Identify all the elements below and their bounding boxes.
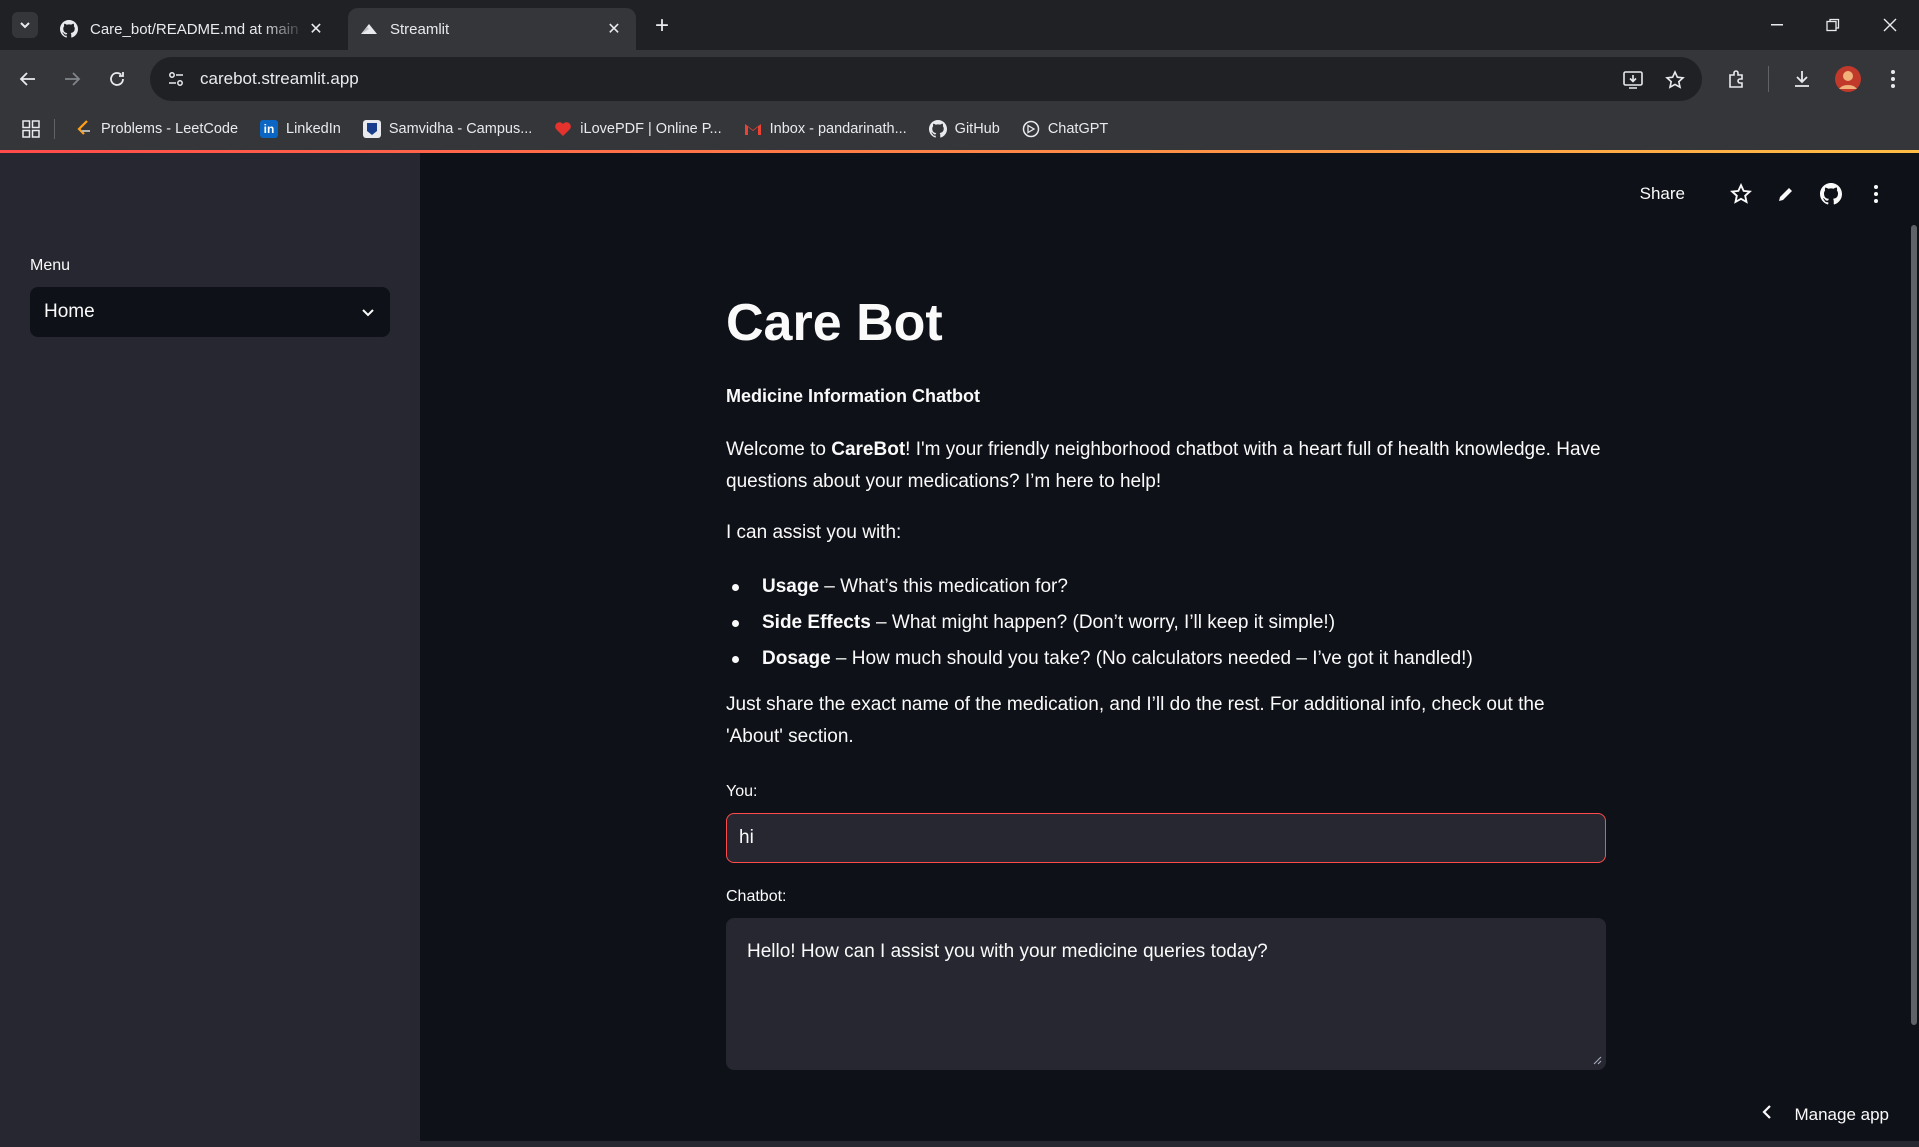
page-subtitle: Medicine Information Chatbot — [726, 386, 980, 406]
bookmark-samvidha[interactable]: Samvidha - Campus... — [362, 120, 533, 138]
chevron-down-icon — [362, 309, 374, 317]
bookmark-gmail[interactable]: Inbox - pandarinath... — [744, 120, 907, 138]
menu-select[interactable]: Home — [30, 287, 390, 337]
bookmark-star-icon[interactable] — [1660, 65, 1690, 95]
list-item: Dosage – How much should you take? (No c… — [726, 641, 1606, 677]
sidebar: Menu Home — [0, 153, 420, 1141]
close-tab-icon[interactable]: ✕ — [306, 19, 326, 39]
welcome-paragraph: Welcome to CareBot! I'm your friendly ne… — [726, 434, 1606, 498]
assist-intro: I can assist you with: — [726, 522, 902, 543]
reload-icon[interactable] — [102, 64, 132, 94]
bookmarks-divider — [54, 119, 55, 139]
share-button[interactable]: Share — [1640, 184, 1685, 204]
new-tab-button[interactable]: + — [648, 12, 676, 40]
closing-paragraph: Just share the exact name of the medicat… — [726, 694, 1545, 747]
downloads-icon[interactable] — [1787, 64, 1817, 94]
you-label: You: — [726, 783, 758, 800]
bookmarks-bar: Problems - LeetCode in LinkedIn Samvidha… — [0, 108, 1919, 150]
linkedin-icon: in — [260, 120, 279, 138]
feature-name: Dosage — [762, 648, 831, 669]
browser-tab-bar: Care_bot/README.md at main · ✕ Streamlit… — [0, 0, 1919, 50]
browser-toolbar: carebot.streamlit.app — [0, 50, 1919, 108]
address-bar[interactable]: carebot.streamlit.app — [150, 57, 1702, 101]
welcome-bold: CareBot — [831, 439, 906, 460]
bottom-strip — [0, 1141, 1919, 1147]
minimize-icon[interactable] — [1757, 8, 1797, 42]
menu-label: Menu — [30, 257, 71, 274]
features-list: Usage – What’s this medication for? Side… — [726, 569, 1606, 677]
streamlit-icon — [360, 20, 378, 38]
manage-app-button[interactable]: Manage app — [1762, 1103, 1889, 1126]
bookmark-label: LinkedIn — [286, 121, 341, 137]
feature-desc: – How much should you take? (No calculat… — [830, 648, 1473, 669]
manage-app-label: Manage app — [1794, 1104, 1889, 1124]
back-icon[interactable] — [13, 64, 43, 94]
bookmark-github[interactable]: GitHub — [928, 120, 1000, 138]
main-content: Share Care Bot Medicine Information Chat… — [420, 153, 1919, 1141]
feature-name: Usage — [762, 576, 820, 597]
list-item: Side Effects – What might happen? (Don’t… — [726, 605, 1606, 641]
bookmark-label: iLovePDF | Online P... — [580, 121, 722, 137]
url-text: carebot.streamlit.app — [200, 69, 359, 88]
feature-desc: – What’s this medication for? — [819, 576, 1068, 597]
bookmark-label: Samvidha - Campus... — [388, 121, 533, 137]
close-tab-icon[interactable]: ✕ — [604, 19, 624, 39]
chevron-left-icon — [1762, 1103, 1772, 1126]
github-icon[interactable] — [1818, 181, 1844, 207]
bookmark-linkedin[interactable]: in LinkedIn — [260, 120, 341, 138]
github-icon — [60, 20, 78, 38]
bookmark-label: ChatGPT — [1047, 121, 1109, 137]
browser-menu-icon[interactable] — [1878, 64, 1908, 94]
site-info-icon[interactable] — [156, 59, 196, 99]
welcome-prefix: Welcome to — [726, 439, 832, 460]
apps-icon[interactable] — [22, 120, 40, 138]
restore-icon[interactable] — [1813, 8, 1853, 42]
profile-avatar[interactable] — [1833, 64, 1863, 94]
list-item: Usage – What’s this medication for? — [726, 569, 1606, 605]
bookmark-label: Problems - LeetCode — [101, 121, 239, 137]
tab-streamlit[interactable]: Streamlit ✕ — [348, 8, 636, 50]
chatbot-label: Chatbot: — [726, 888, 787, 905]
toolbar-divider — [1768, 66, 1769, 92]
bookmark-label: Inbox - pandarinath... — [769, 121, 907, 137]
star-icon[interactable] — [1728, 181, 1754, 207]
extensions-icon[interactable] — [1722, 64, 1752, 94]
gmail-icon — [744, 120, 762, 138]
tab-github-readme[interactable]: Care_bot/README.md at main · ✕ — [48, 8, 338, 50]
bookmark-ilovepdf[interactable]: iLovePDF | Online P... — [554, 120, 722, 138]
close-window-icon[interactable] — [1870, 8, 1910, 42]
app-header-actions: Share — [1640, 181, 1889, 207]
bookmark-label: GitHub — [954, 121, 1000, 137]
chatgpt-icon — [1022, 120, 1040, 138]
chatbot-response-area[interactable]: Hello! How can I assist you with your me… — [726, 918, 1606, 1070]
chevron-down-icon — [20, 22, 30, 29]
tab-title: Care_bot/README.md at main · — [90, 20, 306, 38]
tab-title: Streamlit — [390, 20, 450, 38]
bookmark-chatgpt[interactable]: ChatGPT — [1022, 120, 1108, 138]
user-message-input[interactable] — [726, 813, 1606, 863]
edit-pencil-icon[interactable] — [1773, 181, 1799, 207]
tab-search-button[interactable] — [12, 12, 38, 38]
leetcode-icon — [75, 120, 93, 138]
feature-desc: – What might happen? (Don’t worry, I’ll … — [870, 612, 1336, 633]
menu-select-value: Home — [44, 301, 95, 322]
github-icon — [928, 120, 947, 138]
forward-icon[interactable] — [57, 64, 87, 94]
resize-handle-icon[interactable] — [1590, 1053, 1602, 1065]
samvidha-icon — [362, 120, 381, 138]
install-app-icon[interactable] — [1618, 65, 1648, 95]
scrollbar[interactable] — [1911, 225, 1917, 1025]
feature-name: Side Effects — [762, 612, 871, 633]
bookmark-leetcode[interactable]: Problems - LeetCode — [75, 120, 238, 138]
app-menu-icon[interactable] — [1863, 181, 1889, 207]
ilovepdf-icon — [554, 120, 572, 138]
page-title: Care Bot — [726, 294, 943, 352]
